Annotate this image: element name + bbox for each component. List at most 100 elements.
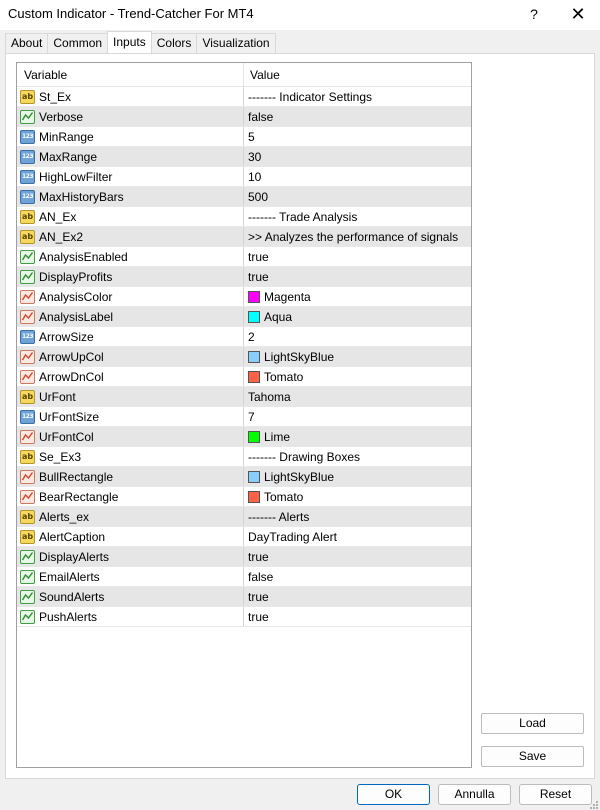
value-cell[interactable]: Aqua <box>244 307 471 326</box>
value-cell[interactable]: Lime <box>244 427 471 446</box>
value-cell[interactable]: ------- Indicator Settings <box>244 87 471 106</box>
input-row-bullrectangle[interactable]: BullRectangle LightSkyBlue <box>17 467 471 487</box>
value-cell[interactable]: true <box>244 247 471 266</box>
bool-type-icon <box>20 249 35 264</box>
value-cell[interactable]: 500 <box>244 187 471 206</box>
value-cell[interactable]: DayTrading Alert <box>244 527 471 546</box>
value-cell[interactable]: false <box>244 107 471 126</box>
input-row-highlowfilter[interactable]: 123 HighLowFilter 10 <box>17 167 471 187</box>
value-text: true <box>248 549 269 564</box>
input-row-arrowupcol[interactable]: ArrowUpCol LightSkyBlue <box>17 347 471 367</box>
variable-name: DisplayProfits <box>39 269 113 284</box>
input-row-soundalerts[interactable]: SoundAlerts true <box>17 587 471 607</box>
input-row-an-ex[interactable]: ab AN_Ex ------- Trade Analysis <box>17 207 471 227</box>
input-row-alertcaption[interactable]: ab AlertCaption DayTrading Alert <box>17 527 471 547</box>
input-row-alerts-ex[interactable]: ab Alerts_ex ------- Alerts <box>17 507 471 527</box>
bool-type-icon <box>20 589 35 604</box>
value-text: LightSkyBlue <box>264 469 335 484</box>
color-swatch <box>248 310 260 323</box>
input-row-emailalerts[interactable]: EmailAlerts false <box>17 567 471 587</box>
input-row-analysislabel[interactable]: AnalysisLabel Aqua <box>17 307 471 327</box>
value-text: 7 <box>248 409 255 424</box>
value-cell[interactable]: LightSkyBlue <box>244 467 471 486</box>
input-row-verbose[interactable]: Verbose false <box>17 107 471 127</box>
value-text: Lime <box>264 429 291 444</box>
input-row-urfontcol[interactable]: UrFontCol Lime <box>17 427 471 447</box>
variable-cell: ArrowDnCol <box>17 367 244 386</box>
tab-about[interactable]: About <box>5 33 49 53</box>
input-row-bearrectangle[interactable]: BearRectangle Tomato <box>17 487 471 507</box>
value-text: 30 <box>248 149 262 164</box>
input-row-se-ex3[interactable]: ab Se_Ex3 ------- Drawing Boxes <box>17 447 471 467</box>
color-swatch <box>248 350 260 363</box>
value-cell[interactable]: Tahoma <box>244 387 471 406</box>
value-cell[interactable]: true <box>244 267 471 286</box>
variable-name: EmailAlerts <box>39 569 100 584</box>
save-button[interactable]: Save <box>481 746 584 767</box>
variable-cell: ArrowUpCol <box>17 347 244 366</box>
value-cell[interactable]: true <box>244 547 471 566</box>
input-row-maxrange[interactable]: 123 MaxRange 30 <box>17 147 471 167</box>
variable-cell: ab AN_Ex2 <box>17 227 244 246</box>
integer-type-icon: 123 <box>20 329 35 344</box>
bool-type-icon <box>20 549 35 564</box>
value-text: 500 <box>248 189 269 204</box>
value-text: Magenta <box>264 289 311 304</box>
column-header-value[interactable]: Value <box>244 63 471 86</box>
variable-cell: 123 MaxRange <box>17 147 244 166</box>
string-type-icon: ab <box>20 229 35 244</box>
input-row-urfontsize[interactable]: 123 UrFontSize 7 <box>17 407 471 427</box>
input-row-analysiscolor[interactable]: AnalysisColor Magenta <box>17 287 471 307</box>
variable-cell: AnalysisLabel <box>17 307 244 326</box>
value-cell[interactable]: 30 <box>244 147 471 166</box>
tab-common[interactable]: Common <box>47 33 109 53</box>
tab-strip: About Common Inputs Colors Visualization <box>5 31 276 53</box>
value-cell[interactable]: >> Analyzes the performance of signals <box>244 227 471 246</box>
tab-colors[interactable]: Colors <box>150 33 198 53</box>
input-row-st-ex[interactable]: ab St_Ex ------- Indicator Settings <box>17 87 471 107</box>
color-type-icon <box>20 309 35 324</box>
ok-button[interactable]: OK <box>357 784 430 805</box>
value-text: true <box>248 269 269 284</box>
value-cell[interactable]: 10 <box>244 167 471 186</box>
value-cell[interactable]: true <box>244 587 471 606</box>
input-row-pushalerts[interactable]: PushAlerts true <box>17 607 471 627</box>
value-cell[interactable]: Tomato <box>244 487 471 506</box>
value-cell[interactable]: Magenta <box>244 287 471 306</box>
input-row-displayprofits[interactable]: DisplayProfits true <box>17 267 471 287</box>
tab-inputs[interactable]: Inputs <box>107 31 152 53</box>
value-cell[interactable]: LightSkyBlue <box>244 347 471 366</box>
input-row-analysisenabled[interactable]: AnalysisEnabled true <box>17 247 471 267</box>
value-cell[interactable]: false <box>244 567 471 586</box>
value-cell[interactable]: true <box>244 607 471 626</box>
resize-grip-icon[interactable] <box>588 799 598 809</box>
value-cell[interactable]: 7 <box>244 407 471 426</box>
input-row-arrowsize[interactable]: 123 ArrowSize 2 <box>17 327 471 347</box>
variable-name: Se_Ex3 <box>39 449 82 464</box>
value-cell[interactable]: 5 <box>244 127 471 146</box>
variable-name: UrFontSize <box>39 409 100 424</box>
help-button[interactable]: ? <box>522 2 546 26</box>
variable-cell: ab St_Ex <box>17 87 244 106</box>
bool-type-icon <box>20 609 35 624</box>
close-button[interactable]: ✕ <box>566 2 590 26</box>
input-row-displayalerts[interactable]: DisplayAlerts true <box>17 547 471 567</box>
column-header-variable[interactable]: Variable <box>17 63 244 86</box>
tab-visualization[interactable]: Visualization <box>196 33 276 53</box>
input-row-maxhistorybars[interactable]: 123 MaxHistoryBars 500 <box>17 187 471 207</box>
value-cell[interactable]: Tomato <box>244 367 471 386</box>
reset-button[interactable]: Reset <box>519 784 592 805</box>
value-cell[interactable]: ------- Drawing Boxes <box>244 447 471 466</box>
input-row-urfont[interactable]: ab UrFont Tahoma <box>17 387 471 407</box>
input-row-arrowdncol[interactable]: ArrowDnCol Tomato <box>17 367 471 387</box>
load-button[interactable]: Load <box>481 713 584 734</box>
value-cell[interactable]: ------- Alerts <box>244 507 471 526</box>
input-row-an-ex2[interactable]: ab AN_Ex2 >> Analyzes the performance of s… <box>17 227 471 247</box>
value-text: ------- Indicator Settings <box>248 89 373 104</box>
value-cell[interactable]: 2 <box>244 327 471 346</box>
value-text: Tahoma <box>248 389 291 404</box>
cancel-button[interactable]: Annulla <box>438 784 511 805</box>
color-swatch <box>248 290 260 303</box>
value-cell[interactable]: ------- Trade Analysis <box>244 207 471 226</box>
input-row-minrange[interactable]: 123 MinRange 5 <box>17 127 471 147</box>
